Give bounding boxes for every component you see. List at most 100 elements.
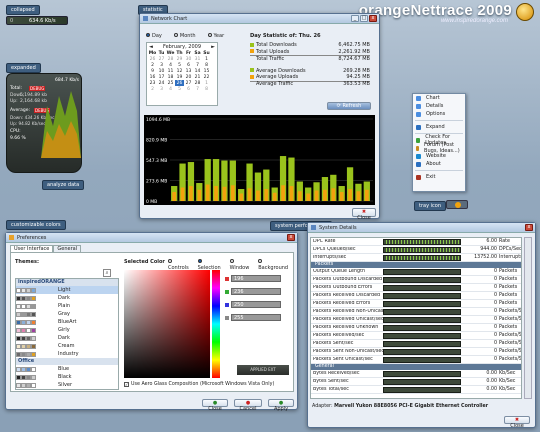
cal-day-cell[interactable]: 7 (193, 86, 202, 92)
theme-swatch (31, 295, 36, 301)
radio-year[interactable]: Year (207, 33, 224, 39)
radio-month[interactable]: Month (173, 33, 196, 39)
theme-name: Silver (58, 382, 73, 388)
close-icon[interactable]: x (369, 15, 377, 22)
counter-value: 13752.00 (474, 255, 497, 260)
maximize-button[interactable]: □ (360, 15, 368, 22)
counter-row[interactable]: Packets Sent/sec 0Packets/Sec (311, 340, 521, 348)
cal-next-icon[interactable]: ► (211, 44, 215, 50)
counter-name: Packets Outbound Discarded (313, 277, 383, 282)
channel-input[interactable]: 250 (231, 301, 281, 308)
cal-day-cell[interactable]: 6 (184, 86, 193, 92)
preferences-titlebar[interactable]: Preferences (6, 233, 297, 243)
counter-row[interactable]: Packets Received Non-Unicast/sec 0Packets… (311, 308, 521, 316)
analyze-data-button[interactable]: analyze data (42, 180, 85, 190)
counter-row[interactable]: Packets Outbound Errors 0 Packets (311, 284, 521, 292)
theme-item[interactable]: Silver (16, 381, 118, 389)
cal-day-cell[interactable]: 4 (166, 86, 175, 92)
counter-value: 0 (493, 333, 497, 338)
counter-row[interactable]: Packets Received/sec 0Packets/Sec (311, 332, 521, 340)
counter-graph (383, 276, 461, 283)
bar-uploads (339, 192, 344, 201)
sys-close-icon[interactable]: x (525, 224, 533, 231)
radio-window[interactable]: Window (229, 259, 255, 271)
channel-input[interactable]: 255 (231, 314, 281, 321)
radio-background[interactable]: Background (258, 259, 293, 271)
tab-user-interface[interactable]: User Interface (10, 245, 54, 252)
theme-item[interactable]: Blue (16, 365, 118, 373)
counter-row[interactable]: Output Queue Length 0 Packets (311, 268, 521, 276)
counter-row[interactable]: Interrupts/sec 13752.00Interrupts/Sec (311, 254, 521, 262)
bar-uploads (264, 189, 269, 201)
tray-orange-icon[interactable] (455, 202, 461, 208)
network-chart-titlebar[interactable]: Network Chart (140, 14, 379, 24)
legend-swatch (250, 68, 254, 73)
counter-row[interactable]: Packets Received Discarded 0 Packets (311, 292, 521, 300)
theme-group-header[interactable]: inspiredORANGE (16, 279, 118, 286)
channel-input[interactable]: 196 (231, 275, 281, 282)
prefs-cancel-button[interactable]: ● Cancel (234, 399, 262, 412)
channel-row: 196 (225, 275, 285, 282)
prefs-close-icon[interactable]: x (287, 234, 295, 241)
minimize-button[interactable]: _ (351, 15, 359, 22)
system-details-titlebar[interactable]: System Details (308, 223, 535, 233)
theme-item[interactable]: Plain (16, 302, 118, 310)
counter-row[interactable]: Bytes Sent/sec 0.00 Kb/Sec (311, 378, 521, 386)
counter-row[interactable]: Bytes Total/sec 0.00 Kb/Sec (311, 386, 521, 394)
hue-slider[interactable] (212, 270, 220, 378)
menu-separator (415, 170, 463, 171)
channel-input[interactable]: 236 (231, 288, 281, 295)
tray-icon-area[interactable] (446, 200, 468, 209)
menu-item-forum[interactable]: Forum (Post Bugs, Ideas...) (413, 142, 465, 154)
chart-close-button[interactable]: ✖ Close (352, 208, 376, 221)
sys-close-button[interactable]: ✖ Close (504, 416, 530, 429)
counter-row[interactable]: Packets Received Unknown 0 Packets (311, 324, 521, 332)
cal-day-cell[interactable]: 3 (157, 86, 166, 92)
system-details-title: System Details (319, 224, 357, 231)
menu-item-about[interactable]: About (413, 160, 465, 168)
refresh-button[interactable]: ⟳ Refresh (327, 102, 371, 110)
menu-item-expand[interactable]: Expand (413, 123, 465, 131)
theme-item[interactable]: Light (16, 286, 118, 294)
theme-item[interactable]: BlueArt (16, 318, 118, 326)
aero-checkbox[interactable]: ✓ Use Aero Glass Composition (Microsoft W… (124, 382, 274, 387)
theme-item[interactable]: Girly (16, 326, 118, 334)
cal-prev-icon[interactable]: ◄ (149, 44, 153, 50)
cal-day-cell[interactable]: 8 (202, 86, 211, 92)
theme-item[interactable]: Dark (16, 334, 118, 342)
radio-day[interactable]: Day (146, 33, 162, 39)
prefs-close-button[interactable]: ● Close (202, 399, 228, 412)
theme-item[interactable]: Dark (16, 294, 118, 302)
menu-item-details[interactable]: Details (413, 102, 465, 110)
counter-row[interactable]: DPCs Queued/sec 944.00 DPCs/Sec (311, 246, 521, 254)
tab-general[interactable]: General (53, 245, 82, 252)
counter-graph (383, 238, 461, 245)
theme-item[interactable]: Black (16, 373, 118, 381)
counter-row[interactable]: Packets Outbound Discarded 0 Packets (311, 276, 521, 284)
counter-row[interactable]: Packets Received Unicast/sec 0Packets/Sec (311, 316, 521, 324)
theme-item[interactable]: Gray (16, 310, 118, 318)
counter-row[interactable]: DPC Rate 6.00 Rate (311, 238, 521, 246)
counters-scrollbar[interactable] (524, 237, 532, 399)
channel-swatch (225, 302, 229, 307)
menu-item-options[interactable]: Options (413, 110, 465, 118)
counter-row[interactable]: Packets Sent Non-Unicast/sec 0Packets/Sec (311, 348, 521, 356)
theme-item[interactable]: Industry (16, 350, 118, 358)
prefs-apply-button[interactable]: ● Apply (268, 399, 294, 412)
counter-row[interactable]: Bytes Received/sec 0.00 Kb/Sec (311, 370, 521, 378)
search-icon[interactable]: ⌕ (103, 269, 111, 277)
menu-item-exit[interactable]: Exit (413, 173, 465, 181)
cal-day-cell[interactable]: 2 (148, 86, 157, 92)
cal-day-cell[interactable]: 5 (175, 86, 184, 92)
menu-item-chart[interactable]: Chart (413, 94, 465, 102)
collapsed-widget[interactable]: 0 634.6 Kb/s (6, 16, 68, 25)
counter-row[interactable]: Packets Sent Unicast/sec 0Packets/Sec (311, 356, 521, 364)
theme-group-header[interactable]: Office (16, 358, 118, 365)
color-picker-square[interactable] (124, 270, 210, 378)
channel-swatch (225, 276, 229, 281)
expanded-widget[interactable]: Total: DEBUG Down: 5,194.89 kb Up: 2,164… (6, 73, 82, 173)
counter-name: Output Queue Length (313, 269, 366, 274)
counter-row[interactable]: Packets Received Errors 0 Packets (311, 300, 521, 308)
theme-item[interactable]: Cream (16, 342, 118, 350)
forum-icon (416, 145, 420, 151)
